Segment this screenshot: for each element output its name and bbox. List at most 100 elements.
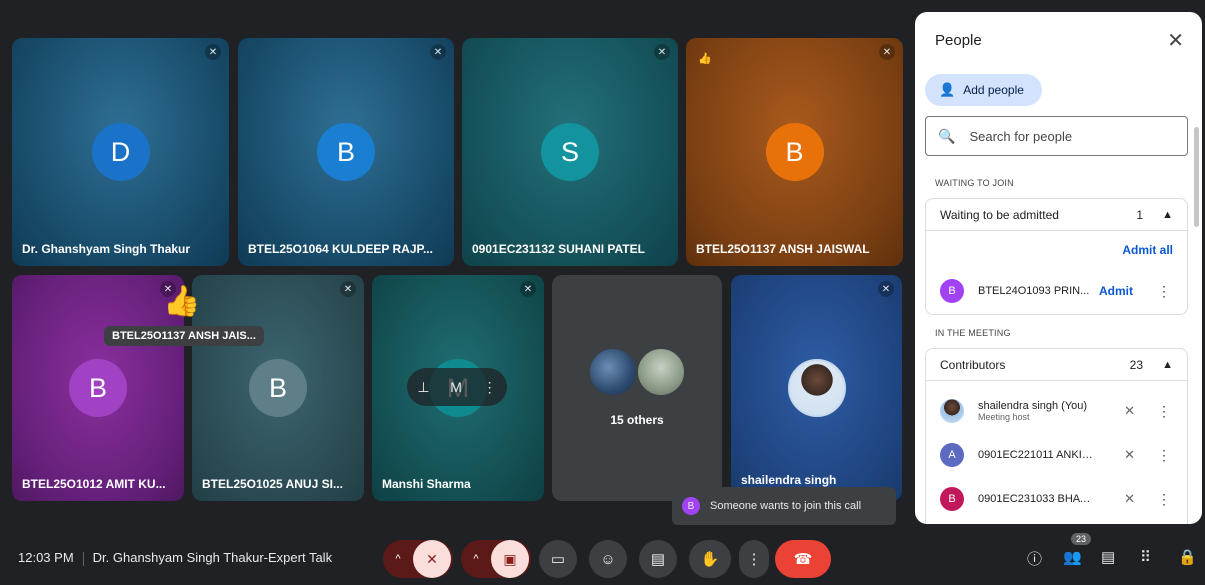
- host-controls-icon[interactable]: 🔒: [1178, 548, 1197, 566]
- search-placeholder: Search for people: [969, 128, 1073, 144]
- contributor-row: shailendra singh (You) Meeting host ✕ ⋮: [926, 391, 1187, 431]
- waiting-header-label: Waiting to be admitted: [940, 207, 1059, 222]
- meeting-title: Dr. Ghanshyam Singh Thakur-Expert Talk: [92, 550, 333, 565]
- bottom-toolbar: 12:03 PM Dr. Ghanshyam Singh Thakur-Exper…: [0, 530, 1205, 585]
- people-icon[interactable]: 👥: [1063, 548, 1082, 566]
- toast-avatar: B: [682, 497, 700, 515]
- participant-name: BTEL25O1012 AMIT KU...: [22, 477, 166, 491]
- activities-icon[interactable]: ⠿: [1140, 548, 1151, 566]
- others-avatar: [636, 347, 686, 397]
- admit-button[interactable]: Admit: [1099, 284, 1133, 298]
- more-options-button[interactable]: ⋮: [739, 540, 769, 578]
- participant-name: shailendra singh (You): [978, 400, 1088, 412]
- more-options-icon[interactable]: ⋮: [1157, 403, 1171, 420]
- pin-icon[interactable]: ⊥: [417, 379, 429, 396]
- mic-off-icon: ✕: [1124, 403, 1135, 418]
- thumbs-up-icon: 👍: [698, 53, 712, 65]
- chevron-up-icon: ▲: [1162, 208, 1173, 221]
- mic-off-icon: ✕: [878, 281, 894, 297]
- mic-off-button[interactable]: ✕: [413, 540, 451, 578]
- avatar: S: [541, 123, 599, 181]
- avatar: B: [69, 359, 127, 417]
- participant-tile[interactable]: ✕ B BTEL25O1012 AMIT KU...: [12, 275, 184, 501]
- camera-group: ^ ▣: [461, 540, 531, 578]
- reaction-sender-label: BTEL25O1137 ANSH JAIS...: [104, 326, 264, 346]
- people-count-badge: 23: [1071, 533, 1092, 545]
- mic-off-icon: ✕: [520, 281, 536, 297]
- add-people-label: Add people: [963, 83, 1024, 97]
- participant-name: BTEL25O1064 KULDEEP RAJP...: [248, 242, 433, 256]
- chat-icon[interactable]: ▤: [1101, 548, 1115, 566]
- emoji-button[interactable]: ☺: [589, 540, 627, 578]
- contributor-row: B 0901EC231033 BHAVES... ✕ ⋮: [926, 479, 1187, 519]
- participant-name: shailendra singh: [741, 473, 837, 487]
- mic-off-icon: ✕: [879, 44, 895, 60]
- captions-button[interactable]: ▤: [639, 540, 677, 578]
- mic-off-icon: ✕: [430, 44, 446, 60]
- panel-scrollbar[interactable]: [1194, 127, 1199, 227]
- waiting-box: Waiting to be admitted 1 ▲ Admit all B B…: [925, 198, 1188, 315]
- avatar: A: [940, 443, 964, 467]
- avatar: [788, 359, 846, 417]
- contributor-info: shailendra singh (You) Meeting host: [978, 400, 1096, 422]
- participant-role: Meeting host: [978, 412, 1030, 422]
- waiting-header[interactable]: Waiting to be admitted 1 ▲: [926, 199, 1187, 231]
- mic-off-icon: ✕: [654, 44, 670, 60]
- mic-off-icon: ✕: [340, 281, 356, 297]
- participant-tile[interactable]: ✕ shailendra singh: [731, 275, 902, 501]
- participant-tile[interactable]: ✕ S 0901EC231132 SUHANI PATEL: [462, 38, 678, 266]
- meeting-details-icon[interactable]: ⓘ: [1027, 548, 1042, 569]
- clock-time: 12:03 PM: [18, 550, 74, 565]
- add-people-button[interactable]: 👤 Add people: [925, 74, 1042, 106]
- raise-hand-button[interactable]: ✋: [689, 540, 731, 578]
- meet-stage: ✕ D Dr. Ghanshyam Singh Thakur ✕ B BTEL2…: [0, 0, 1205, 585]
- participant-tile[interactable]: ✕ B BTEL25O1025 ANUJ SI...: [192, 275, 364, 501]
- more-options-icon[interactable]: ⋮: [1157, 447, 1171, 464]
- admit-all-button[interactable]: Admit all: [1122, 243, 1173, 257]
- avatar: B: [249, 359, 307, 417]
- avatar: [940, 399, 964, 423]
- participant-name: 0901EC231033 BHAVES...: [978, 493, 1096, 505]
- participant-tile[interactable]: 👍 ✕ B BTEL25O1137 ANSH JAISWAL: [686, 38, 903, 266]
- fullscreen-icon[interactable]: M: [450, 379, 462, 395]
- participant-name: 0901EC231132 SUHANI PATEL: [472, 242, 645, 256]
- mic-options-chevron-icon[interactable]: ^: [383, 553, 413, 565]
- participant-name: BTEL24O1093 PRIN...: [978, 285, 1090, 297]
- waiting-person-row: B BTEL24O1093 PRIN... Admit ⋮: [926, 271, 1187, 311]
- tile-hover-controls[interactable]: ⊥ M ⋮: [407, 368, 507, 406]
- avatar: B: [940, 487, 964, 511]
- waiting-count: 1: [1136, 207, 1143, 222]
- mic-off-icon: ✕: [1124, 491, 1135, 506]
- leave-call-button[interactable]: ☎: [775, 540, 831, 578]
- more-options-icon[interactable]: ⋮: [1157, 283, 1171, 300]
- panel-title: People: [935, 32, 982, 49]
- mic-off-icon: ✕: [1124, 447, 1135, 462]
- camera-off-button[interactable]: ▣: [491, 540, 529, 578]
- more-options-icon[interactable]: ⋮: [1157, 491, 1171, 508]
- participant-tile[interactable]: ✕ D Dr. Ghanshyam Singh Thakur: [12, 38, 229, 266]
- contributors-header[interactable]: Contributors 23 ▲: [926, 349, 1187, 381]
- people-panel: People ✕ 👤 Add people 🔍 Search for peopl…: [915, 12, 1202, 524]
- contributors-header-label: Contributors: [940, 357, 1006, 372]
- others-count: 15 others: [610, 413, 664, 427]
- more-options-icon[interactable]: ⋮: [483, 379, 497, 396]
- avatar: B: [317, 123, 375, 181]
- meeting-info: 12:03 PM Dr. Ghanshyam Singh Thakur-Exper…: [18, 550, 332, 566]
- others-avatar: [588, 347, 638, 397]
- participant-tile[interactable]: ✕ B BTEL25O1064 KULDEEP RAJP...: [238, 38, 454, 266]
- mic-off-icon: ✕: [205, 44, 221, 60]
- avatar: B: [940, 279, 964, 303]
- present-button[interactable]: ▭: [539, 540, 577, 578]
- join-request-toast[interactable]: B Someone wants to join this call: [672, 487, 896, 525]
- participant-name: 0901EC221011 ANKIT SH...: [978, 449, 1096, 461]
- search-input[interactable]: 🔍 Search for people: [925, 116, 1188, 156]
- contributors-box: Contributors 23 ▲ shailendra singh (You)…: [925, 348, 1188, 524]
- others-tile[interactable]: 15 others: [552, 275, 722, 501]
- close-icon[interactable]: ✕: [1167, 28, 1184, 53]
- participant-name: BTEL25O1025 ANUJ SI...: [202, 477, 343, 491]
- camera-options-chevron-icon[interactable]: ^: [461, 553, 491, 565]
- contributor-row: A 0901EC221011 ANKIT SH... ✕ ⋮: [926, 435, 1187, 475]
- toast-text: Someone wants to join this call: [710, 500, 862, 512]
- section-label: WAITING TO JOIN: [935, 178, 1014, 188]
- search-icon: 🔍: [938, 127, 956, 144]
